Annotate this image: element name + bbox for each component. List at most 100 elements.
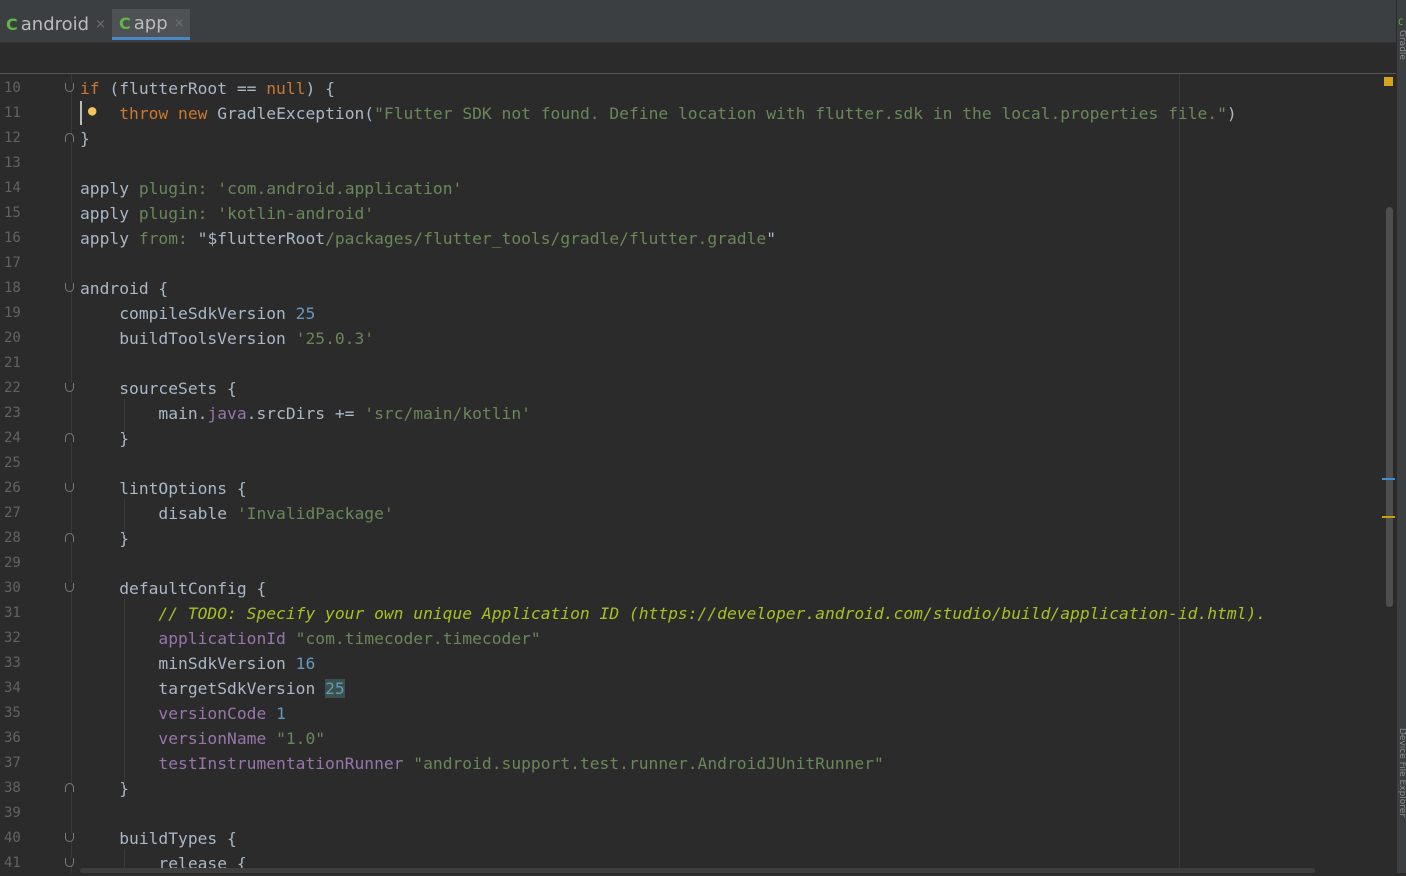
code-line: buildToolsVersion '25.0.3' xyxy=(80,326,374,351)
code-token: .srcDirs += xyxy=(246,404,365,423)
lightbulb-icon[interactable]: ● xyxy=(88,103,96,119)
line-number: 15 xyxy=(4,205,21,221)
gradle-icon[interactable]: C xyxy=(1398,18,1403,28)
line-number: 34 xyxy=(4,680,21,696)
code-token: '25.0.3' xyxy=(295,329,375,348)
code-token: "$flutterRoot xyxy=(187,229,326,248)
code-line: // TODO: Specify your own unique Applica… xyxy=(80,601,1266,626)
code-token: " xyxy=(766,229,776,248)
code-token: apply xyxy=(80,229,139,248)
code-token: 25 xyxy=(325,679,345,698)
fold-toggle-icon[interactable] xyxy=(65,383,74,392)
tab-label: android xyxy=(20,14,90,35)
code-line: apply plugin: 'com.android.application' xyxy=(80,176,462,201)
code-token: java xyxy=(207,404,247,423)
line-number: 35 xyxy=(4,705,21,721)
line-number: 18 xyxy=(4,280,21,296)
tab-android[interactable]: C android × xyxy=(6,9,106,40)
code-token: } xyxy=(80,429,130,448)
code-line: } xyxy=(80,126,90,151)
line-number: 13 xyxy=(4,155,21,171)
device-file-explorer-tool-button[interactable]: Device File Explorer xyxy=(1397,728,1406,868)
close-icon[interactable]: × xyxy=(95,17,106,32)
fold-toggle-icon[interactable] xyxy=(65,133,74,142)
code-line: buildTypes { xyxy=(80,826,237,851)
fold-toggle-icon[interactable] xyxy=(65,783,74,792)
fold-toggle-icon[interactable] xyxy=(65,833,74,842)
line-number: 32 xyxy=(4,630,21,646)
fold-toggle-icon[interactable] xyxy=(65,283,74,292)
code-token: /packages/flutter_tools/gradle/flutter.g… xyxy=(325,229,767,248)
code-token: 'kotlin-android' xyxy=(217,204,375,223)
line-number: 39 xyxy=(4,805,21,821)
line-number: 33 xyxy=(4,655,21,671)
line-number: 23 xyxy=(4,405,21,421)
tab-label: app xyxy=(133,12,168,34)
line-number: 30 xyxy=(4,580,21,596)
code-token: applicationId xyxy=(158,629,286,648)
code-token: versionCode xyxy=(158,704,267,723)
code-token: lintOptions { xyxy=(80,479,247,498)
code-line: android { xyxy=(80,276,168,301)
line-number: 16 xyxy=(4,230,21,246)
code-line: disable 'InvalidPackage' xyxy=(80,501,393,526)
line-number: 31 xyxy=(4,605,21,621)
fold-toggle-icon[interactable] xyxy=(65,583,74,592)
close-icon[interactable]: × xyxy=(174,16,185,31)
line-number-gutter[interactable]: 10 11 12 13 14 15 16 17 18 19 20 21 22 23 24 25 26 27 28 29… xyxy=(0,74,80,873)
code-line: targetSdkVersion 25 xyxy=(80,676,345,701)
code-token: versionName xyxy=(158,729,267,748)
fold-toggle-icon[interactable] xyxy=(65,483,74,492)
code-token: } xyxy=(80,529,130,548)
code-token: 'com.android.application' xyxy=(217,179,463,198)
tab-app[interactable]: C app × xyxy=(112,9,190,40)
code-editor[interactable]: if (flutterRoot == null) { throw new Gra… xyxy=(80,76,1390,873)
code-token: defaultConfig { xyxy=(80,579,267,598)
code-line: } xyxy=(80,426,129,451)
todo-marker[interactable] xyxy=(1382,516,1395,518)
code-line: applicationId "com.timecoder.timecoder" xyxy=(80,626,541,651)
fold-toggle-icon[interactable] xyxy=(65,433,74,442)
code-token: testInstrumentationRunner xyxy=(158,754,404,773)
warning-indicator-icon[interactable] xyxy=(1384,77,1393,86)
code-token: new xyxy=(178,104,208,123)
code-token: if xyxy=(80,79,100,98)
code-token: "android.support.test.runner.AndroidJUni… xyxy=(413,754,884,773)
code-token: plugin: xyxy=(138,204,208,223)
code-line: lintOptions { xyxy=(80,476,247,501)
code-token: "com.timecoder.timecoder" xyxy=(295,629,541,648)
line-number: 19 xyxy=(4,305,21,321)
line-number: 22 xyxy=(4,380,21,396)
code-token: 1 xyxy=(276,704,286,723)
line-number: 12 xyxy=(4,130,21,146)
line-number: 29 xyxy=(4,555,21,571)
fold-toggle-icon[interactable] xyxy=(65,858,74,867)
breadcrumb-bar xyxy=(0,43,1396,73)
fold-toggle-icon[interactable] xyxy=(65,533,74,542)
code-token: null xyxy=(266,79,306,98)
line-number: 10 xyxy=(4,80,21,96)
gradle-tool-button[interactable]: Gradle xyxy=(1397,30,1406,90)
code-token: compileSdkVersion xyxy=(80,304,296,323)
code-token: apply xyxy=(80,204,139,223)
editor-top-divider xyxy=(0,73,1396,74)
code-token: android { xyxy=(80,279,169,298)
code-line: compileSdkVersion 25 xyxy=(80,301,315,326)
fold-toggle-icon[interactable] xyxy=(65,83,74,92)
code-token: buildToolsVersion xyxy=(80,329,296,348)
code-token: buildTypes { xyxy=(80,829,237,848)
change-marker[interactable] xyxy=(1382,478,1395,480)
line-number: 40 xyxy=(4,830,21,846)
code-line: testInstrumentationRunner "android.suppo… xyxy=(80,751,884,776)
horizontal-scrollbar[interactable] xyxy=(80,868,1315,873)
scrollbar-thumb[interactable] xyxy=(1386,207,1393,607)
code-token: GradleException( xyxy=(207,104,375,123)
code-token: throw xyxy=(119,104,169,123)
line-number: 26 xyxy=(4,480,21,496)
